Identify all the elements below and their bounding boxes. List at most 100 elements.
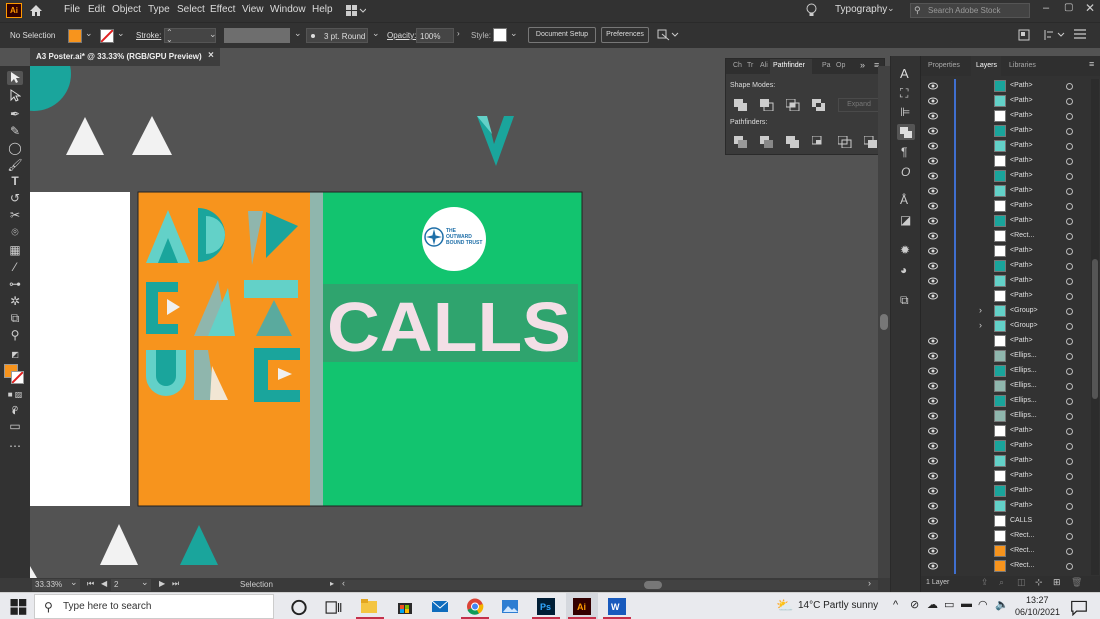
tab-pathfinder[interactable]: Pathfinder: [770, 59, 812, 74]
layer-name[interactable]: <Path>: [1010, 157, 1033, 164]
layer-target-icon[interactable]: [1066, 428, 1073, 435]
status-menu-icon[interactable]: ▸: [330, 579, 334, 588]
layer-target-icon[interactable]: [1066, 113, 1073, 120]
draw-mode-icon[interactable]: ◐: [7, 404, 23, 418]
panel-menu-icon[interactable]: ≡: [1089, 59, 1094, 69]
visibility-eye-icon[interactable]: [928, 502, 938, 510]
layer-name[interactable]: <Path>: [1010, 247, 1033, 254]
layer-name[interactable]: <Ellips...: [1010, 382, 1037, 389]
artboards-panel-icon[interactable]: ⧉: [900, 293, 909, 308]
layer-name[interactable]: <Path>: [1010, 277, 1033, 284]
blend-tool-icon[interactable]: ⊶: [7, 277, 23, 291]
eyedropper-tool-icon[interactable]: ⁄: [7, 260, 23, 274]
chevron-right-icon[interactable]: ›: [979, 305, 982, 315]
wifi-icon[interactable]: ◠: [978, 598, 988, 611]
brushes-panel-icon[interactable]: ✹: [900, 243, 910, 257]
hamburger-menu-icon[interactable]: [1074, 29, 1086, 40]
weather-text[interactable]: 14°C Partly sunny: [798, 600, 878, 611]
layer-row[interactable]: <Rect...: [921, 529, 1091, 544]
layer-row[interactable]: <Path>: [921, 274, 1091, 289]
align-panel-icon[interactable]: ⊫: [900, 105, 910, 119]
layer-row[interactable]: <Ellips...: [921, 394, 1091, 409]
visibility-eye-icon[interactable]: [928, 382, 938, 390]
locate-object-icon[interactable]: ⌕: [999, 577, 1004, 588]
layer-target-icon[interactable]: [1066, 518, 1073, 525]
visibility-eye-icon[interactable]: [928, 337, 938, 345]
minus-front-icon[interactable]: [760, 99, 774, 111]
previous-artboard-icon[interactable]: ◀: [101, 579, 107, 588]
layer-target-icon[interactable]: [1066, 443, 1073, 450]
tab-layers[interactable]: Layers: [971, 56, 1001, 76]
chrome-icon[interactable]: [466, 598, 484, 615]
visibility-eye-icon[interactable]: [928, 472, 938, 480]
layer-row[interactable]: <Ellips...: [921, 349, 1091, 364]
layer-row[interactable]: <Path>: [921, 169, 1091, 184]
layer-row[interactable]: › <Group>: [921, 304, 1091, 319]
layer-target-icon[interactable]: [1066, 473, 1073, 480]
align-options-icon[interactable]: [1043, 28, 1065, 42]
layer-row[interactable]: <Path>: [921, 484, 1091, 499]
layer-target-icon[interactable]: [1066, 548, 1073, 555]
menu-select[interactable]: Select: [177, 4, 205, 15]
chevron-down-icon[interactable]: ⌄: [294, 28, 302, 39]
layer-target-icon[interactable]: [1066, 188, 1073, 195]
zoom-field[interactable]: 33.33% ⌄: [32, 577, 80, 591]
layer-name[interactable]: <Rect...: [1010, 562, 1034, 569]
chevron-down-icon[interactable]: ⌄: [117, 28, 125, 39]
layer-name[interactable]: <Path>: [1010, 172, 1033, 179]
document-tab[interactable]: A3 Poster.ai* @ 33.33% (RGB/GPU Preview)…: [30, 48, 220, 66]
intersect-icon[interactable]: [786, 99, 800, 111]
layer-name[interactable]: <Path>: [1010, 142, 1033, 149]
layer-row[interactable]: <Path>: [921, 439, 1091, 454]
visibility-eye-icon[interactable]: [928, 442, 938, 450]
first-artboard-icon[interactable]: ⏮: [87, 579, 94, 589]
illustrator-logo[interactable]: Ai: [6, 3, 22, 18]
exclude-icon[interactable]: [812, 99, 826, 111]
taskbar-search-box[interactable]: ⚲ Type here to search: [34, 594, 274, 619]
layer-row[interactable]: <Path>: [921, 424, 1091, 439]
outline-icon[interactable]: [838, 136, 852, 148]
layer-name[interactable]: <Path>: [1010, 427, 1033, 434]
color-panel-icon[interactable]: ◪: [900, 213, 911, 227]
minimize-icon[interactable]: –: [1043, 2, 1049, 14]
layer-name[interactable]: <Path>: [1010, 442, 1033, 449]
layer-name[interactable]: <Path>: [1010, 337, 1033, 344]
photos-icon[interactable]: [501, 598, 519, 615]
stepper-icon[interactable]: ⌃ ⌄: [166, 29, 173, 44]
menu-object[interactable]: Object: [112, 4, 141, 15]
tab-libraries[interactable]: Libraries: [1009, 62, 1036, 69]
menu-help[interactable]: Help: [312, 4, 333, 15]
color-mode-icon[interactable]: ■ ▨ ⊘: [7, 388, 23, 413]
photoshop-icon[interactable]: Ps: [537, 598, 555, 615]
visibility-eye-icon[interactable]: [928, 412, 938, 420]
layer-row[interactable]: <Path>: [921, 259, 1091, 274]
weather-icon[interactable]: ⛅: [776, 597, 793, 614]
menu-window[interactable]: Window: [270, 4, 306, 15]
symbols-panel-icon[interactable]: ◕: [900, 263, 907, 277]
visibility-eye-icon[interactable]: [928, 142, 938, 150]
brush-definition[interactable]: 3 pt. Round: [306, 28, 368, 43]
next-artboard-icon[interactable]: ▶: [159, 579, 165, 588]
chevron-left-icon[interactable]: ‹: [342, 578, 345, 588]
layer-target-icon[interactable]: [1066, 173, 1073, 180]
stroke-color-box[interactable]: [11, 371, 24, 384]
layer-name[interactable]: <Rect...: [1010, 232, 1034, 239]
layers-scrollbar[interactable]: [1091, 79, 1099, 575]
layer-row[interactable]: <Ellips...: [921, 379, 1091, 394]
tab-opentype[interactable]: Op: [836, 62, 845, 69]
chevron-down-icon[interactable]: ⌄: [209, 29, 217, 40]
layer-target-icon[interactable]: [1066, 98, 1073, 105]
close-icon[interactable]: ✕: [1085, 1, 1095, 15]
close-tab-icon[interactable]: ×: [208, 50, 214, 61]
merge-icon[interactable]: [786, 136, 800, 148]
rotate-tool-icon[interactable]: ↺: [7, 191, 23, 205]
layer-row[interactable]: <Path>: [921, 214, 1091, 229]
layer-target-icon[interactable]: [1066, 233, 1073, 240]
layer-row[interactable]: <Rect...: [921, 559, 1091, 574]
visibility-eye-icon[interactable]: [928, 397, 938, 405]
menu-type[interactable]: Type: [148, 4, 170, 15]
visibility-eye-icon[interactable]: [928, 262, 938, 270]
layer-name[interactable]: <Rect...: [1010, 532, 1034, 539]
layer-target-icon[interactable]: [1066, 128, 1073, 135]
vertical-scrollbar[interactable]: [878, 66, 890, 578]
